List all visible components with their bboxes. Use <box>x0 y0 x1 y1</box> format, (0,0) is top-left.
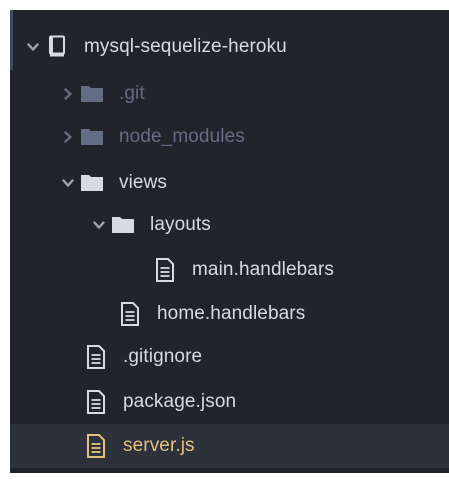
tree-root-item[interactable]: mysql-sequelize-heroku <box>10 25 449 69</box>
folder-icon <box>79 170 105 196</box>
chevron-down-icon[interactable] <box>88 215 110 235</box>
tree-root-label: mysql-sequelize-heroku <box>84 36 287 57</box>
chevron-down-icon[interactable] <box>22 37 44 57</box>
tree-item-gitignore[interactable]: .gitignore <box>10 335 449 379</box>
tree-item-label: views <box>119 172 168 193</box>
file-text-icon <box>117 301 143 327</box>
tree-item-server-js[interactable]: server.js <box>10 424 449 468</box>
repo-icon <box>44 34 70 60</box>
file-text-icon <box>152 257 178 283</box>
tree-item-label: .gitignore <box>123 346 203 367</box>
tree-item-main-handlebars[interactable]: main.handlebars <box>10 248 449 292</box>
file-text-icon <box>83 433 109 459</box>
file-text-icon <box>83 389 109 415</box>
tree-item-label: package.json <box>123 391 237 412</box>
chevron-right-icon[interactable] <box>57 84 79 104</box>
tree-item-git[interactable]: .git <box>10 72 449 116</box>
chevron-down-icon[interactable] <box>57 173 79 193</box>
folder-icon <box>79 81 105 107</box>
tree-item-label: .git <box>119 83 145 104</box>
tree-item-package-json[interactable]: package.json <box>10 380 449 424</box>
tree-item-node-modules[interactable]: node_modules <box>10 115 449 159</box>
tree-item-views[interactable]: views <box>10 161 449 205</box>
folder-icon <box>79 124 105 150</box>
tree-item-label: node_modules <box>119 126 245 147</box>
chevron-right-icon[interactable] <box>57 127 79 147</box>
tree-item-label: server.js <box>123 435 195 456</box>
tree-item-home-handlebars[interactable]: home.handlebars <box>10 292 449 336</box>
tree-item-label: home.handlebars <box>157 303 306 324</box>
file-text-icon <box>83 344 109 370</box>
tree-item-label: main.handlebars <box>192 259 334 280</box>
file-tree-panel: mysql-sequelize-heroku .git node_modules… <box>10 10 449 473</box>
folder-icon <box>110 212 136 238</box>
tree-item-layouts[interactable]: layouts <box>10 203 449 247</box>
tree-item-label: layouts <box>150 214 211 235</box>
